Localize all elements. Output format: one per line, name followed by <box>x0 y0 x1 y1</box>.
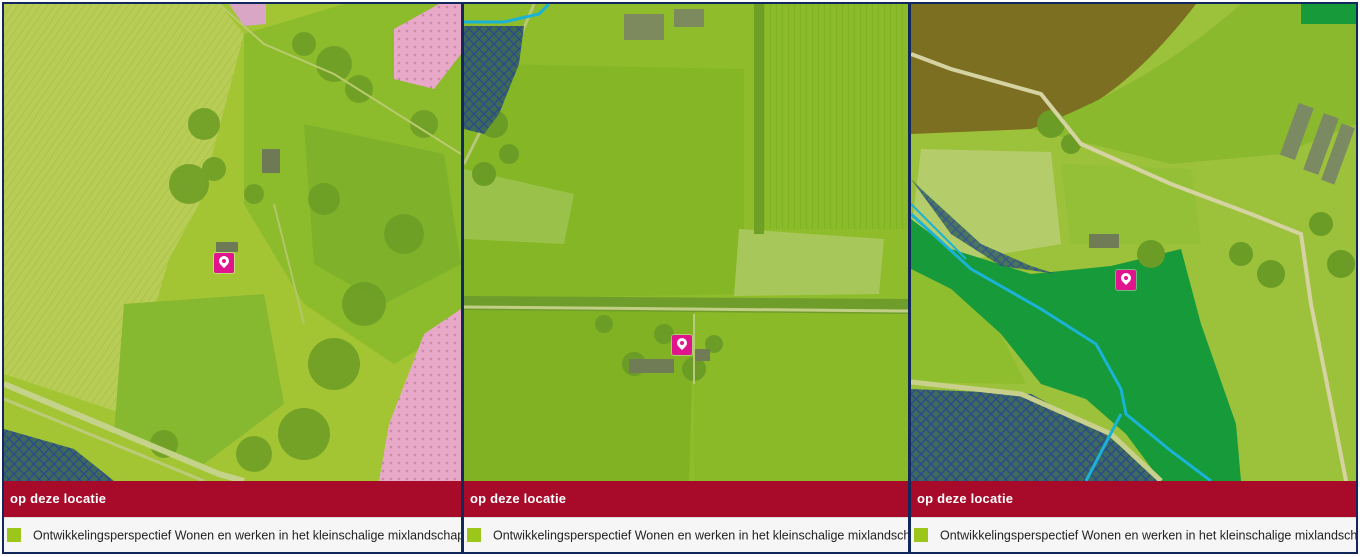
map-layer <box>464 4 908 481</box>
location-pin-icon[interactable] <box>672 335 692 355</box>
map-panel-middle: op deze locatie Ontwikkelingsperspectief… <box>462 2 910 554</box>
map-view[interactable] <box>464 4 908 481</box>
legend-label: Ontwikkelingsperspectief Wonen en werken… <box>493 528 908 543</box>
map-view[interactable] <box>4 4 461 481</box>
map-panel-right: op deze locatie Ontwikkelingsperspectief… <box>909 2 1358 554</box>
map-comparison-strip: op deze locatie Ontwikkelingsperspectief… <box>0 0 1360 557</box>
location-header: op deze locatie <box>4 481 461 517</box>
map-layer <box>911 4 1356 481</box>
map-layer <box>4 4 461 481</box>
legend-label: Ontwikkelingsperspectief Wonen en werken… <box>940 528 1356 543</box>
legend-row: Ontwikkelingsperspectief Wonen en werken… <box>4 517 461 552</box>
legend-row: Ontwikkelingsperspectief Wonen en werken… <box>464 517 908 552</box>
location-header: op deze locatie <box>464 481 908 517</box>
location-pin-icon[interactable] <box>214 253 234 273</box>
legend-swatch-icon <box>7 527 21 542</box>
legend-label: Ontwikkelingsperspectief Wonen en werken… <box>33 528 461 543</box>
location-header: op deze locatie <box>911 481 1356 517</box>
legend-swatch-icon <box>467 527 481 542</box>
location-pin-icon[interactable] <box>1116 270 1136 290</box>
legend-swatch-icon <box>914 527 928 542</box>
map-view[interactable] <box>911 4 1356 481</box>
map-panel-left: op deze locatie Ontwikkelingsperspectief… <box>2 2 463 554</box>
legend-row: Ontwikkelingsperspectief Wonen en werken… <box>911 517 1356 552</box>
